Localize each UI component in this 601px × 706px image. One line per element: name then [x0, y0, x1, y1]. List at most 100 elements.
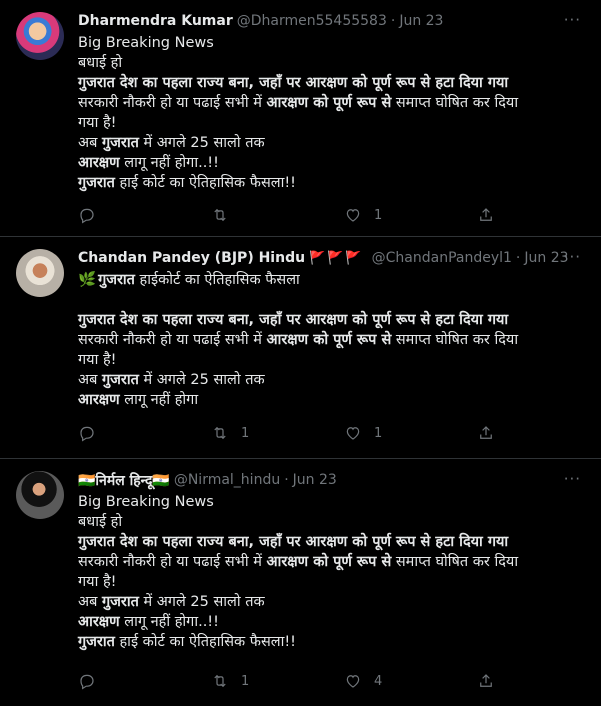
text-segment: गुजरात [101, 372, 139, 388]
text-segment: समाप्त घोषित कर दिया [391, 554, 519, 570]
retweet-count: 1 [241, 425, 250, 441]
author-handle[interactable]: @ChandanPandeyl1 [372, 250, 512, 266]
text-segment: लागू नहीं होगा [119, 392, 199, 408]
text-segment: आरक्षण को पूर्ण रूप से [266, 95, 392, 111]
tweet-header: 🇮🇳निर्मल हिन्दू🇮🇳 @Nirmal_hindu · Jun 23 [78, 469, 585, 491]
text-segment: आरक्षण [78, 614, 120, 630]
text-segment: समाप्त घोषित कर दिया [391, 95, 519, 111]
retweet-count: 1 [241, 673, 250, 689]
tweet[interactable]: Chandan Pandey (BJP) Hindu 🚩🚩🚩 @ChandanP… [0, 237, 601, 459]
share-button[interactable] [477, 672, 495, 690]
text-line: गुजरात देश का पहला राज्य बना, जहाँ पर आर… [78, 534, 509, 550]
text-segment: हाई कोर्ट का ऐतिहासिक फैसला!! [114, 175, 296, 191]
tweet[interactable]: Dharmendra Kumar @Dharmen55455583 · Jun … [0, 0, 601, 237]
retweet-button[interactable]: 1 [211, 424, 344, 442]
text-segment: सरकारी नौकरी हो या पढाई सभी में [78, 554, 267, 570]
like-button[interactable]: 1 [344, 206, 477, 224]
author-name[interactable]: 🇮🇳निर्मल हिन्दू🇮🇳 [78, 471, 170, 490]
text-segment: आरक्षण को पूर्ण रूप से [266, 332, 392, 348]
tweet-header: Chandan Pandey (BJP) Hindu 🚩🚩🚩 @ChandanP… [78, 247, 585, 269]
share-icon [477, 424, 495, 442]
text-segment: अब [78, 594, 102, 610]
text-segment: आरक्षण [78, 155, 120, 171]
separator: · [515, 250, 521, 266]
text-line: सरकारी नौकरी हो या पढाई सभी में आरक्षण क… [78, 552, 585, 572]
heart-icon [344, 206, 362, 224]
text-line: Big Breaking News [78, 35, 214, 51]
text-segment: अब [78, 372, 102, 388]
text-line: 🌿 गुजरात हाईकोर्ट का ऐतिहासिक फैसला [78, 270, 585, 290]
tweet-date[interactable]: Jun 23 [293, 472, 337, 488]
author-handle[interactable]: @Dharmen55455583 [237, 13, 387, 29]
author-name[interactable]: Chandan Pandey (BJP) Hindu [78, 250, 305, 266]
text-line: अब गुजरात में अगले 25 सालो तक [78, 592, 585, 612]
heart-icon [344, 672, 362, 690]
reply-button[interactable] [78, 424, 211, 442]
text-segment: गुजरात [101, 135, 139, 151]
tweet-actions: 1 [78, 203, 585, 227]
text-line: अब गुजरात में अगले 25 सालो तक [78, 133, 585, 153]
text-line: गुजरात हाई कोर्ट का ऐतिहासिक फैसला!! [78, 173, 585, 193]
tweet[interactable]: 🇮🇳निर्मल हिन्दू🇮🇳 @Nirmal_hindu · Jun 23… [0, 459, 601, 706]
text-line: गुजरात देश का पहला राज्य बना, जहाँ पर आर… [78, 312, 509, 328]
author-handle[interactable]: @Nirmal_hindu [174, 472, 280, 488]
text-segment: अब [78, 135, 102, 151]
like-count: 1 [374, 207, 383, 223]
avatar[interactable] [16, 471, 64, 519]
flag-emoji: 🚩🚩🚩 [309, 250, 364, 266]
text-segment: गुजरात [101, 594, 139, 610]
more-icon[interactable]: ··· [564, 248, 581, 266]
text-segment: लागू नहीं होगा..!! [119, 155, 219, 171]
share-button[interactable] [477, 206, 495, 224]
text-line: आरक्षण लागू नहीं होगा..!! [78, 153, 585, 173]
text-line: अब गुजरात में अगले 25 सालो तक [78, 370, 585, 390]
text-line: गया है! [78, 574, 117, 590]
tweet-text: Big Breaking News बधाई हो गुजरात देश का … [78, 33, 585, 193]
text-line: Big Breaking News [78, 494, 214, 510]
text-segment: समाप्त घोषित कर दिया [391, 332, 519, 348]
text-segment: में अगले 25 सालो तक [138, 594, 265, 610]
reply-icon [78, 206, 96, 224]
like-count: 1 [374, 425, 383, 441]
retweet-icon [211, 206, 229, 224]
tweet-date[interactable]: Jun 23 [524, 250, 568, 266]
like-button[interactable]: 1 [344, 424, 477, 442]
tweet-header: Dharmendra Kumar @Dharmen55455583 · Jun … [78, 10, 585, 32]
avatar[interactable] [16, 249, 64, 297]
tweet-text: Big Breaking News बधाई हो गुजरात देश का … [78, 492, 585, 652]
text-segment: हाईकोर्ट का ऐतिहासिक फैसला [134, 272, 300, 288]
share-button[interactable] [477, 424, 495, 442]
like-button[interactable]: 4 [344, 672, 477, 690]
text-segment: सरकारी नौकरी हो या पढाई सभी में [78, 332, 267, 348]
text-segment: गुजरात [78, 175, 115, 191]
reply-button[interactable] [78, 206, 211, 224]
text-line: सरकारी नौकरी हो या पढाई सभी में आरक्षण क… [78, 93, 585, 113]
text-segment: में अगले 25 सालो तक [138, 372, 265, 388]
retweet-button[interactable]: 1 [211, 672, 344, 690]
tweet-text: 🌿 गुजरात हाईकोर्ट का ऐतिहासिक फैसला गुजरा… [78, 270, 585, 410]
more-icon[interactable]: ··· [564, 470, 581, 488]
text-line: गया है! [78, 115, 117, 131]
retweet-button[interactable] [211, 206, 344, 224]
text-line: गुजरात हाई कोर्ट का ऐतिहासिक फैसला!! [78, 632, 585, 652]
retweet-icon [211, 672, 229, 690]
avatar[interactable] [16, 12, 64, 60]
reply-button[interactable] [78, 672, 211, 690]
share-icon [477, 206, 495, 224]
separator: · [390, 13, 396, 29]
text-line: बधाई हो [78, 55, 123, 71]
reply-icon [78, 672, 96, 690]
text-segment: में अगले 25 सालो तक [138, 135, 265, 151]
text-segment: गुजरात [78, 634, 115, 650]
separator: · [284, 472, 289, 488]
more-icon[interactable]: ··· [564, 11, 581, 29]
author-name[interactable]: Dharmendra Kumar [78, 13, 233, 29]
reply-icon [78, 424, 96, 442]
tweet-actions: 1 4 [78, 669, 585, 693]
text-segment: आरक्षण [78, 392, 120, 408]
text-segment: आरक्षण को पूर्ण रूप से [266, 554, 392, 570]
leaf-emoji: 🌿 [78, 272, 97, 288]
tweet-date[interactable]: Jun 23 [399, 13, 443, 29]
share-icon [477, 672, 495, 690]
